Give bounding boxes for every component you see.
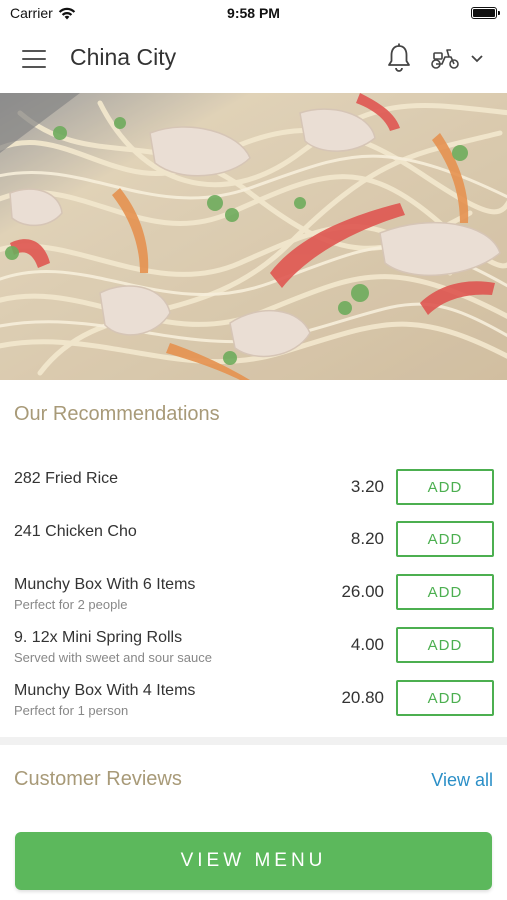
page-title: China City	[70, 44, 177, 70]
recommendations-title: Our Recommendations	[14, 403, 220, 425]
item-name: 282 Fried Rice	[14, 470, 119, 487]
hamburger-icon-line	[22, 58, 46, 60]
app-header: China City	[0, 26, 507, 93]
item-name: 9. 12x Mini Spring Rolls	[14, 629, 183, 646]
add-button[interactable]: ADD	[396, 574, 494, 610]
reviews-title: Customer Reviews	[14, 768, 182, 790]
hamburger-icon-line	[22, 66, 46, 68]
item-description: Perfect for 1 person	[14, 703, 129, 718]
menu-item: Munchy Box With 6 Items Perfect for 2 pe…	[0, 574, 507, 626]
item-name: Munchy Box With 4 Items	[14, 682, 196, 699]
item-price: 4.00	[350, 635, 384, 654]
item-price: 20.80	[341, 688, 384, 707]
chevron-down-icon	[471, 55, 483, 63]
item-price: 8.20	[350, 529, 384, 548]
view-all-reviews-link[interactable]: View all	[431, 770, 493, 791]
status-bar: Carrier 9:58 PM	[0, 0, 507, 26]
add-button[interactable]: ADD	[396, 521, 494, 557]
item-name: Munchy Box With 6 Items	[14, 576, 196, 593]
add-button[interactable]: ADD	[396, 627, 494, 663]
battery-fill	[473, 9, 495, 17]
hamburger-menu-button[interactable]	[20, 48, 48, 70]
wifi-icon	[58, 7, 75, 19]
menu-item: 9. 12x Mini Spring Rolls Served with swe…	[0, 627, 507, 679]
hero-overlay	[0, 93, 507, 380]
battery-icon	[471, 7, 500, 19]
add-button[interactable]: ADD	[396, 680, 494, 716]
menu-item: 282 Fried Rice 3.20 ADD	[0, 469, 507, 520]
status-left: Carrier	[10, 5, 76, 21]
menu-item: Munchy Box With 4 Items Perfect for 1 pe…	[0, 680, 507, 732]
item-name: 241 Chicken Cho	[14, 523, 137, 540]
item-price: 3.20	[350, 477, 384, 496]
hamburger-icon-line	[22, 50, 46, 52]
item-price: 26.00	[341, 582, 384, 601]
section-divider	[0, 737, 507, 745]
add-button[interactable]: ADD	[396, 469, 494, 505]
item-description: Served with sweet and sour sauce	[14, 650, 212, 665]
hero-food-image	[0, 93, 507, 380]
carrier-label: Carrier	[10, 5, 53, 21]
view-menu-button[interactable]: VIEW MENU	[15, 832, 492, 890]
scooter-icon	[431, 49, 459, 69]
delivery-mode-selector[interactable]	[430, 44, 494, 72]
status-time: 9:58 PM	[227, 5, 280, 21]
menu-item: 241 Chicken Cho 8.20 ADD	[0, 521, 507, 573]
bell-icon[interactable]	[384, 42, 414, 74]
item-description: Perfect for 2 people	[14, 597, 128, 612]
